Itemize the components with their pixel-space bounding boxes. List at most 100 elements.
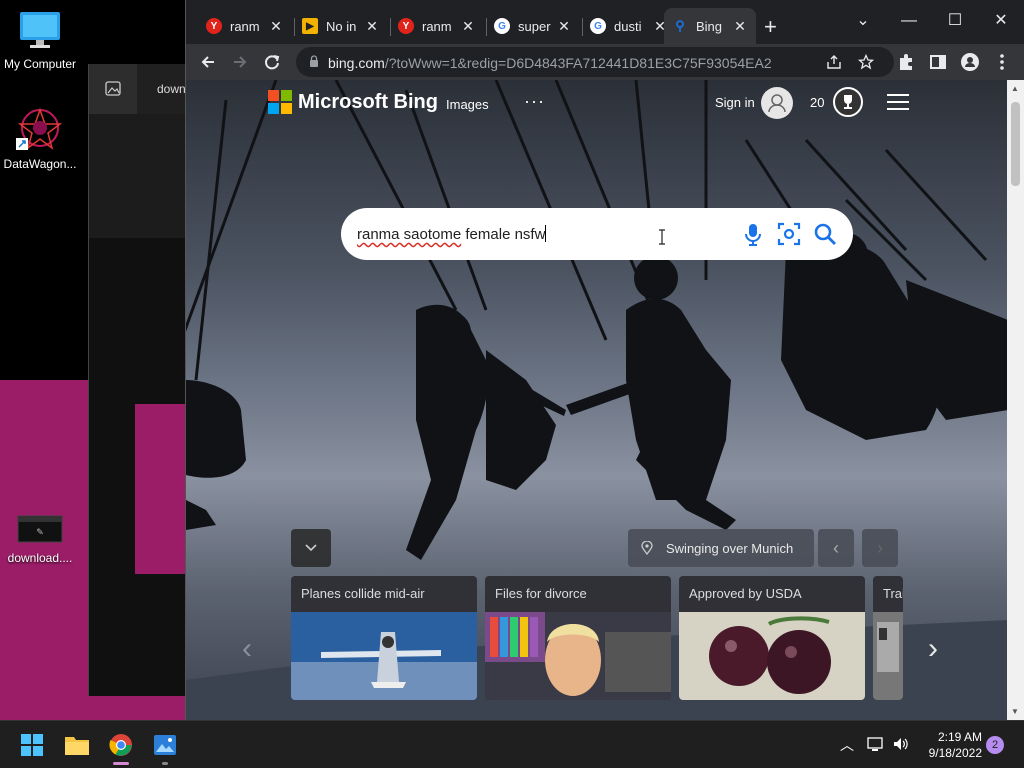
location-pin-icon [641,541,653,555]
search-query-rest: female nsfw [461,226,546,243]
close-icon[interactable]: ✕ [732,18,748,35]
clock-time: 2:19 AM [937,730,982,744]
url-host: bing.com [328,55,385,71]
close-icon[interactable]: ✕ [556,18,572,35]
tab-0[interactable]: Y ranm ✕ [198,8,292,44]
carousel-prev-button[interactable]: ‹ [242,632,252,666]
sign-in-link[interactable]: Sign in [715,95,755,110]
show-hidden-icons-chevron-up-icon[interactable]: ︿ [840,735,854,755]
tab-search-button[interactable]: ⌄ [840,6,886,36]
background-window-titlebar[interactable]: down [89,64,186,114]
image-info-button[interactable]: Swinging over Munich [628,529,814,567]
close-icon[interactable]: ✕ [460,18,476,35]
user-icon [768,94,786,113]
lock-icon [310,55,318,67]
background-window-title: down [157,82,186,96]
desktop-icon-label: download.... [7,551,73,565]
chevron-right-icon: › [928,632,938,665]
photos-icon [154,735,176,755]
file-explorer-taskbar-button[interactable] [57,727,97,763]
active-app-indicator [113,762,129,765]
tab-label: ranm [422,18,452,34]
side-panel-icon [930,55,946,69]
search-icon[interactable] [811,220,839,248]
yandex-icon: Y [206,18,222,34]
hamburger-menu-icon[interactable] [887,94,909,110]
logo-square-red [268,90,279,101]
image-icon [89,64,137,114]
monitor-icon [20,12,60,48]
nav-images-link[interactable]: Images [446,97,489,112]
system-clock[interactable]: 2:19 AM 9/18/2022 [918,729,982,761]
share-icon[interactable] [826,54,842,70]
scroll-up-arrow-icon[interactable]: ▲ [1011,84,1019,93]
profile-icon [961,53,979,71]
taskbar: ︿ 2:19 AM 9/18/2022 2 [0,720,1024,768]
chevron-left-icon: ‹ [833,538,839,558]
rewards-button[interactable] [833,87,863,117]
network-icon[interactable] [866,735,884,753]
profile-button[interactable] [956,48,984,76]
address-bar[interactable]: bing.com/?toWww=1&redig=D6D4843FA712441D… [296,47,894,77]
background-window[interactable]: down [88,64,187,696]
close-icon[interactable]: ✕ [364,18,380,35]
notification-count-badge[interactable]: 2 [986,736,1004,754]
carousel-next-button[interactable]: › [928,632,938,666]
trophy-icon [844,95,852,109]
search-input[interactable]: ranma saotome female nsfw [357,225,547,243]
rewards-points[interactable]: 20 [810,95,824,110]
reload-button[interactable] [258,48,286,76]
page-scrollbar[interactable]: ▲ ▼ [1007,80,1024,720]
tab-2[interactable]: Y ranm ✕ [390,8,484,44]
svg-text:✎: ✎ [36,528,44,538]
search-box[interactable]: ranma saotome female nsfw [341,208,853,260]
chrome-taskbar-button[interactable] [101,727,141,765]
close-window-button[interactable]: ✕ [978,6,1024,36]
volume-icon[interactable] [892,735,910,753]
datawagon-app-icon [16,107,63,150]
menu-button[interactable] [988,48,1016,76]
next-image-button[interactable]: › [862,529,898,567]
file-explorer-icon [65,737,89,755]
tab-1[interactable]: ▶ No in ✕ [294,8,388,44]
scroll-down-arrow-icon[interactable]: ▼ [1011,707,1019,716]
chrome-browser-window: Y ranm ✕ ▶ No in ✕ Y ranm ✕ G super ✕ G … [185,0,1024,720]
tab-4[interactable]: G dusti ✕ [582,8,676,44]
url-text: bing.com/?toWww=1&redig=D6D4843FA712441D… [328,55,772,71]
nav-more-button[interactable]: ··· [524,91,545,112]
tab-strip: Y ranm ✕ ▶ No in ✕ Y ranm ✕ G super ✕ G … [186,0,1024,44]
forward-button[interactable] [226,48,254,76]
news-card[interactable]: Files for divorce [485,576,671,700]
search-query-misspelled: ranma saotome [357,226,462,243]
bing-homepage: Microsoft Bing Images ··· Sign in 20 ran… [186,80,1008,720]
extensions-button[interactable] [892,48,920,76]
reload-icon [265,55,280,70]
collapse-feed-button[interactable] [291,529,331,567]
maximize-button[interactable]: ☐ [932,6,978,36]
news-card-title: Files for divorce [495,586,587,601]
previous-image-button[interactable]: ‹ [818,529,854,567]
news-card[interactable]: Approved by USDA [679,576,865,700]
bing-logo[interactable]: Microsoft Bing [268,90,438,114]
news-card[interactable]: Trai [873,576,903,700]
scrollbar-thumb[interactable] [1011,102,1020,186]
tab-5-active[interactable]: ⚲ Bing ✕ [664,8,756,44]
back-button[interactable] [194,48,222,76]
minimize-button[interactable]: — [886,6,932,36]
side-panel-button[interactable] [924,48,952,76]
close-icon[interactable]: ✕ [268,18,284,35]
microphone-icon[interactable] [739,220,767,248]
start-button[interactable] [12,727,52,763]
photos-taskbar-button[interactable] [145,727,185,765]
visual-search-icon[interactable] [775,220,803,248]
puzzle-icon [900,54,912,70]
avatar[interactable] [761,87,793,119]
new-tab-button[interactable]: + [764,14,777,40]
bookmark-star-icon[interactable] [858,54,874,70]
desktop-icon-download[interactable]: ✎ download.... [0,512,80,565]
desktop-icon-label: My Computer [3,57,77,71]
news-card[interactable]: Planes collide mid-air [291,576,477,700]
tab-3[interactable]: G super ✕ [486,8,580,44]
desktop-icon-datawagon[interactable]: DataWagon... [0,106,80,171]
desktop-icon-my-computer[interactable]: My Computer [0,8,80,71]
